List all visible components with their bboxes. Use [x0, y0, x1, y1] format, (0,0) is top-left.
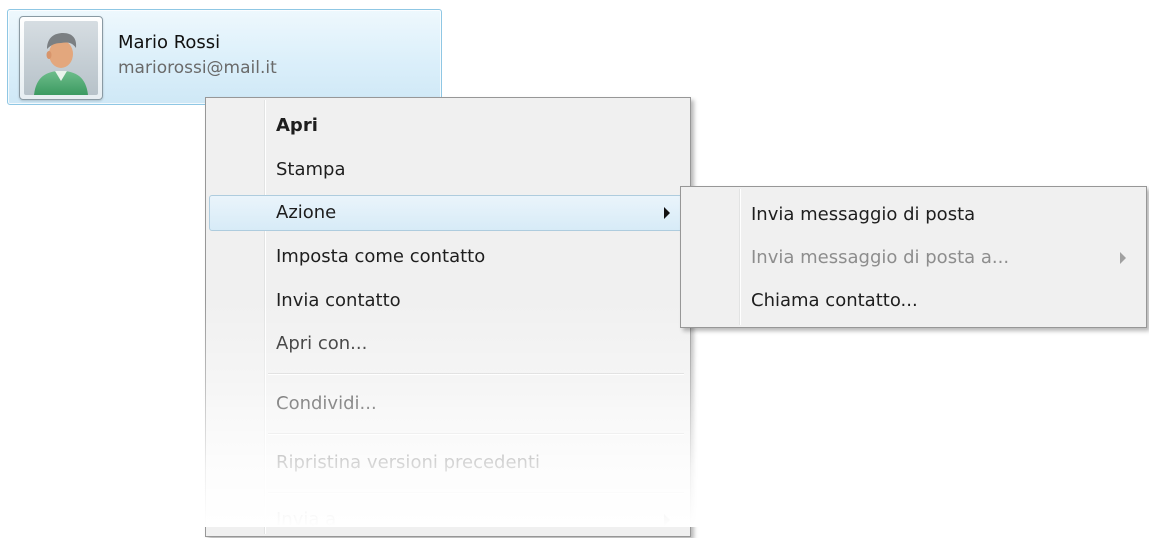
submenu-arrow-icon — [664, 514, 670, 526]
menu-item-stampa[interactable]: Stampa — [209, 152, 687, 188]
menu-separator — [268, 373, 684, 375]
contact-email: mariorossi@mail.it — [118, 58, 277, 78]
menu-item-invia-contatto[interactable]: Invia contatto — [209, 283, 687, 319]
submenu-arrow-icon — [1120, 252, 1126, 264]
menu-separator — [268, 492, 684, 494]
menu-item-ripristina-versioni-precedenti[interactable]: Ripristina versioni precedenti — [209, 445, 687, 481]
contact-name: Mario Rossi — [118, 32, 221, 53]
menu-item-apri-con[interactable]: Apri con... — [209, 326, 687, 362]
menu-item-label: Invia messaggio di posta a... — [751, 247, 1010, 268]
menu-item-label: Stampa — [276, 159, 346, 180]
menu-item-label: Invia a — [276, 509, 337, 530]
menu-item-label: Apri con... — [276, 333, 368, 354]
menu-item-label: Condividi... — [276, 393, 377, 414]
contact-card[interactable]: Mario Rossi mariorossi@mail.it — [7, 9, 442, 105]
submenu-item-invia-messaggio[interactable]: Invia messaggio di posta — [684, 197, 1143, 233]
submenu-item-invia-messaggio-a[interactable]: Invia messaggio di posta a... — [684, 240, 1143, 276]
menu-item-condividi[interactable]: Condividi... — [209, 386, 687, 422]
submenu-item-chiama-contatto[interactable]: Chiama contatto... — [684, 283, 1143, 319]
menu-item-label: Apri — [276, 115, 318, 136]
user-avatar-icon — [19, 16, 103, 100]
action-submenu: Invia messaggio di posta Invia messaggio… — [680, 186, 1147, 328]
submenu-arrow-icon — [664, 207, 670, 219]
menu-item-azione[interactable]: Azione — [209, 195, 687, 231]
menu-item-label: Ripristina versioni precedenti — [276, 452, 541, 473]
menu-item-label: Invia messaggio di posta — [751, 204, 976, 225]
menu-item-label: Invia contatto — [276, 290, 401, 311]
context-menu: Apri Stampa Azione Imposta come contatto… — [205, 97, 691, 537]
menu-separator — [268, 433, 684, 435]
user-avatar-graphic — [24, 21, 98, 95]
menu-item-imposta-come-contatto[interactable]: Imposta come contatto — [209, 239, 687, 275]
menu-item-label: Azione — [276, 202, 337, 223]
menu-item-apri[interactable]: Apri — [209, 108, 687, 144]
menu-item-label: Chiama contatto... — [751, 290, 918, 311]
menu-item-label: Imposta come contatto — [276, 246, 486, 267]
menu-item-invia-a[interactable]: Invia a — [209, 502, 687, 538]
